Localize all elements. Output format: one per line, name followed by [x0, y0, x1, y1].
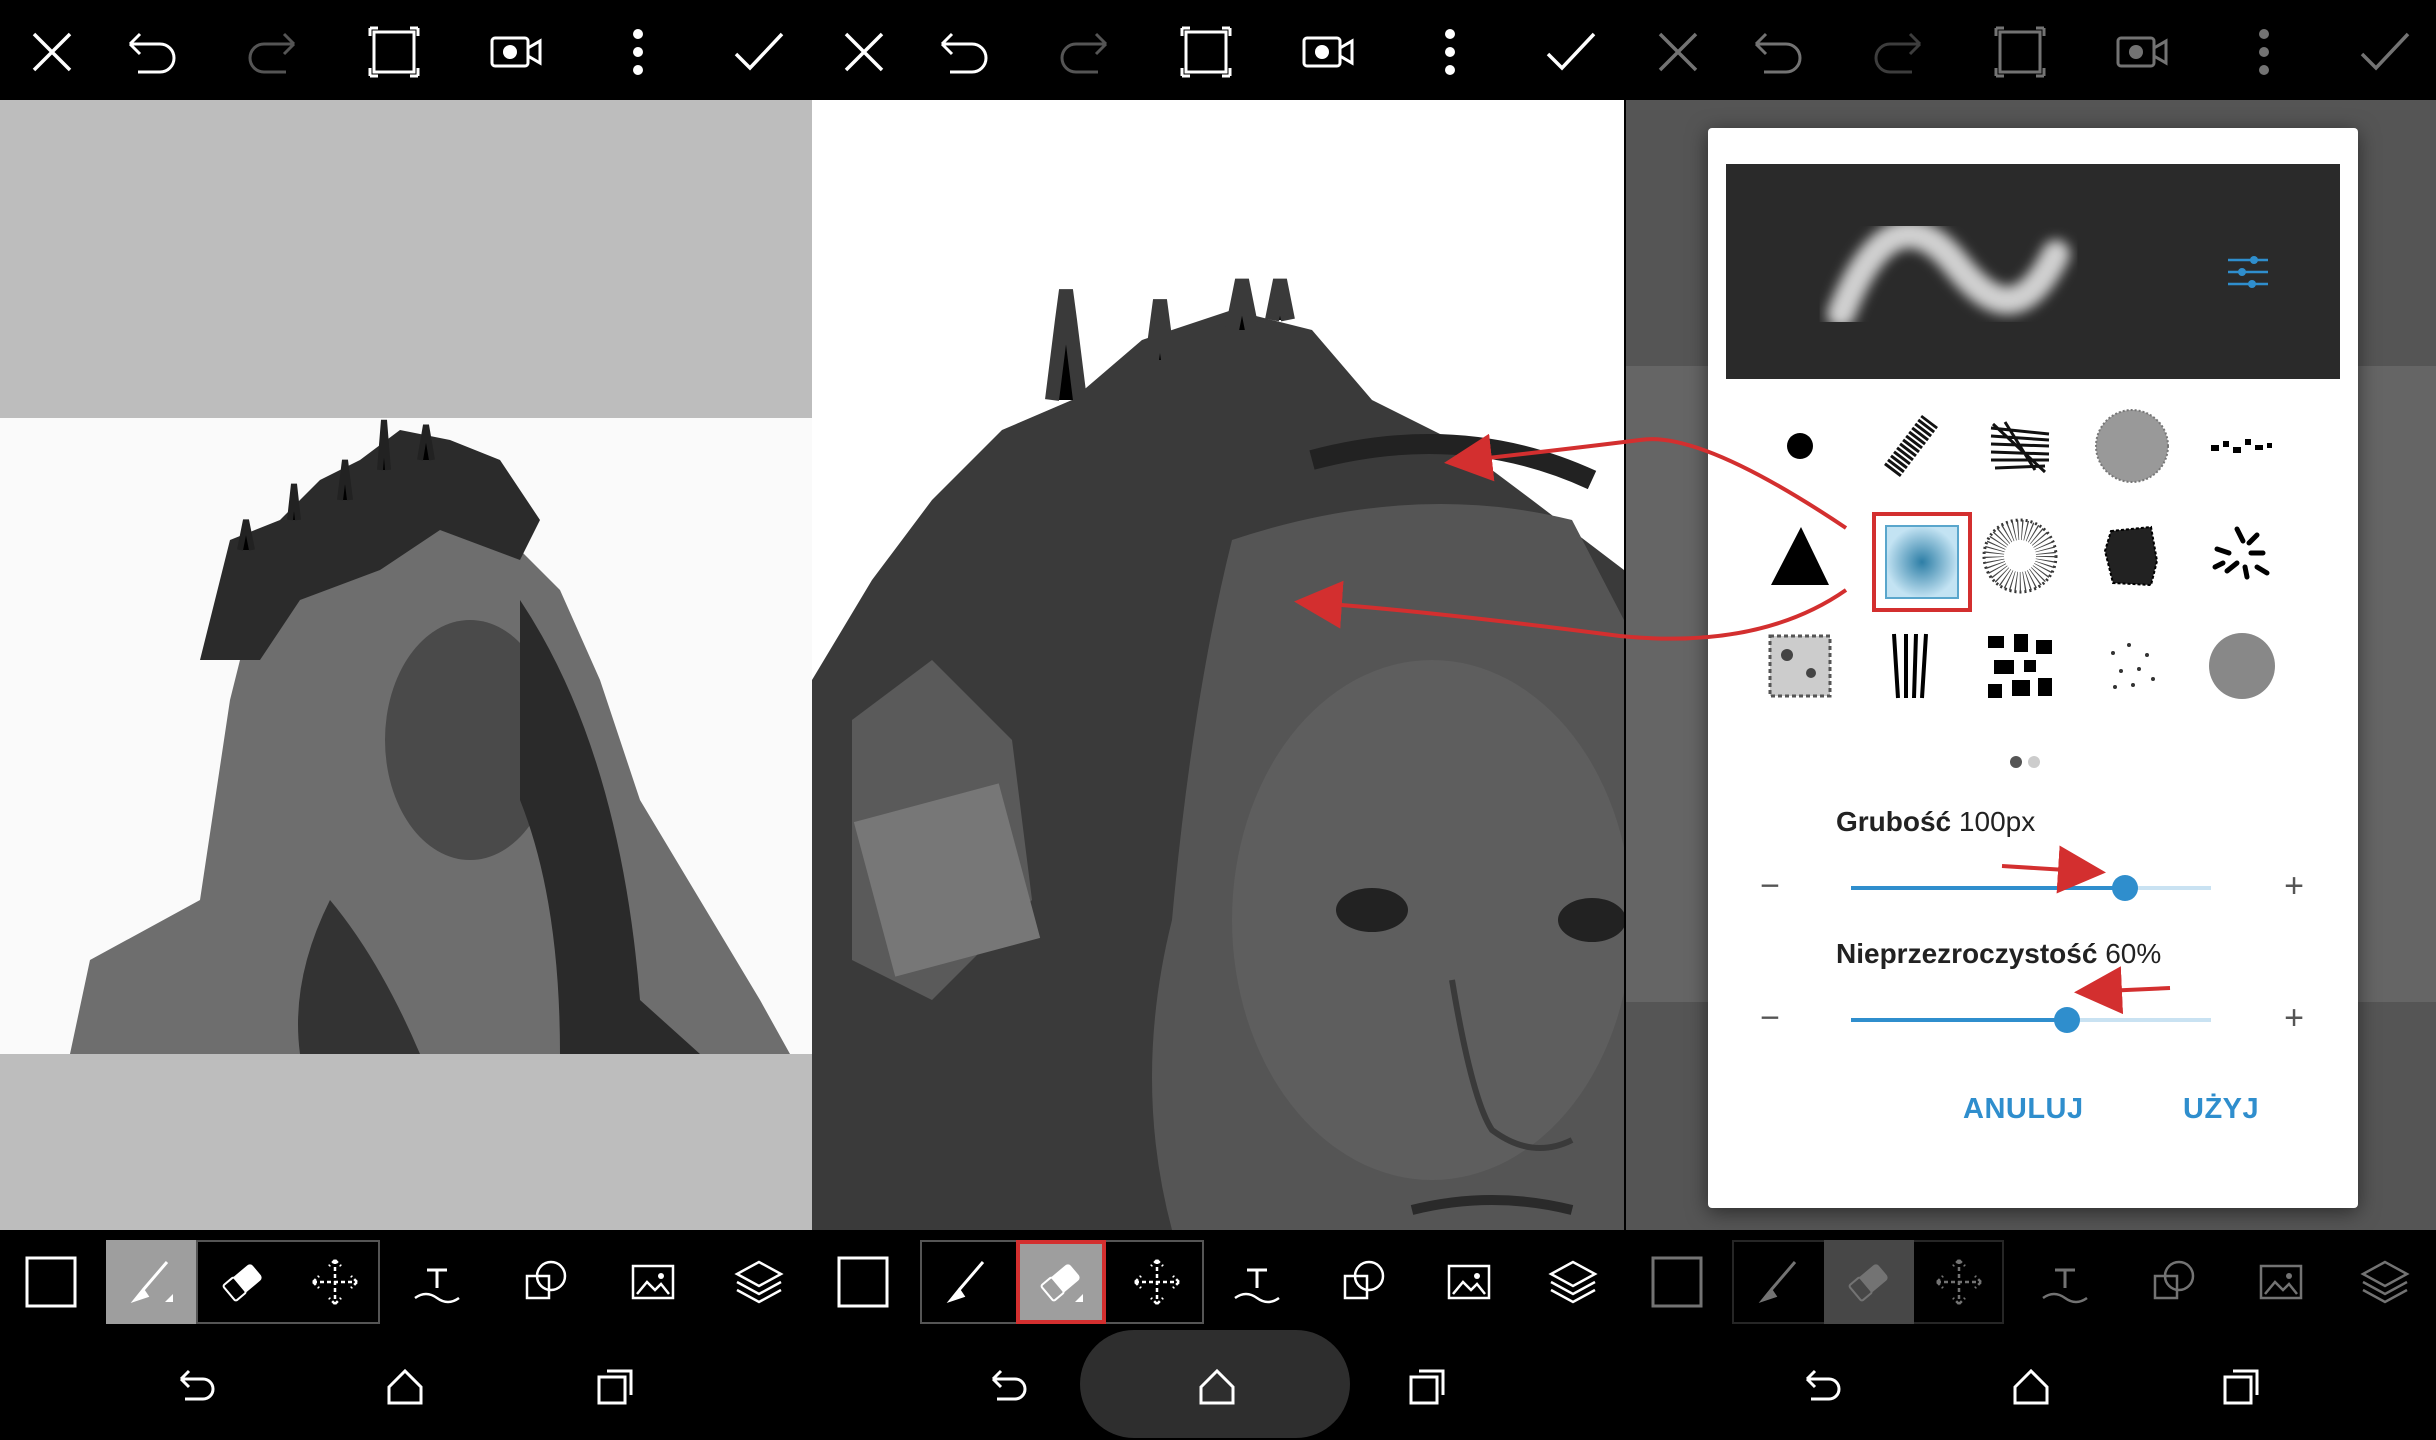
annotation-arrows: [1294, 433, 2171, 1015]
